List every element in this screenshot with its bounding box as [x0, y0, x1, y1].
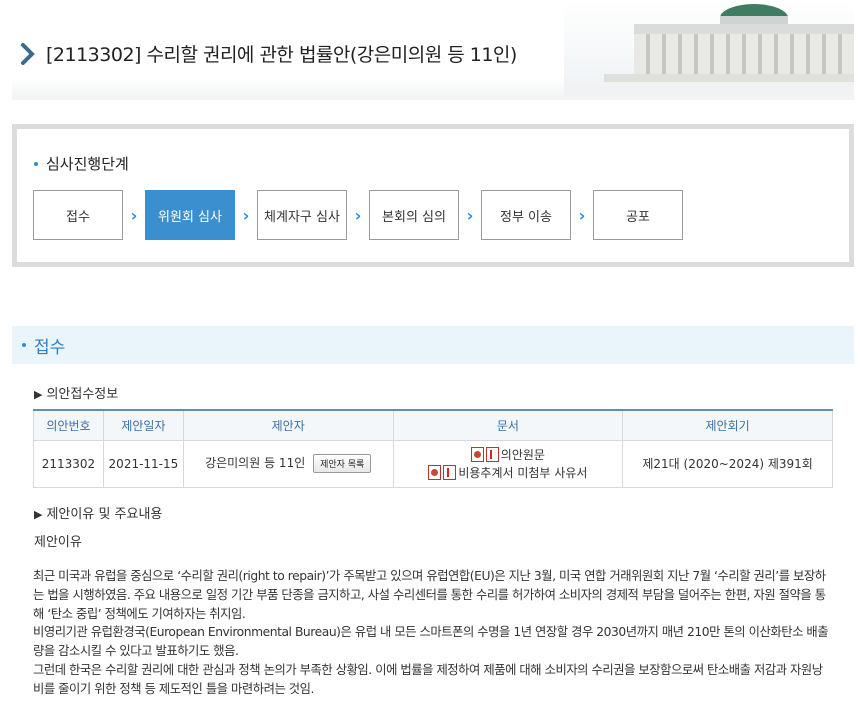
body-paragraph-1: 최근 미국과 유럽을 중심으로 ‘수리할 권리(right to repair)… [33, 569, 826, 621]
receipt-table: 의안번호 제안일자 제안자 문서 제안회기 2113302 2021-11-15… [33, 409, 833, 488]
hwp-file-icon[interactable] [428, 465, 442, 480]
review-stage-panel: 심사진행단계 접수 › 위원회 심사 › 체계자구 심사 › 본회의 심의 › … [12, 124, 854, 267]
step-legal-review[interactable]: 체계자구 심사 [257, 190, 347, 240]
stage-title-text: 심사진행단계 [46, 155, 129, 173]
doc-cost-line: 비용추계서 미첨부 사유서 [394, 464, 623, 482]
documents-cell: 의안원문 비용추계서 미첨부 사유서 [392, 439, 624, 488]
pdf-file-icon[interactable] [485, 447, 499, 462]
session-cell: 제21대 (2020~2024) 제391회 [622, 439, 833, 488]
chevron-right-icon: › [242, 205, 250, 225]
step-transfer-government[interactable]: 정부 이송 [481, 190, 571, 240]
page-title: [2113302] 수리할 권리에 관한 법률안(강은미의원 등 11인) [46, 44, 517, 66]
table-header-row: 의안번호 제안일자 제안자 문서 제안회기 [33, 409, 833, 441]
body-paragraph-3: 그런데 한국은 수리할 권리에 대한 관심과 정책 논의가 부족한 상황임. 이… [33, 662, 823, 696]
chevron-right-icon: › [578, 205, 586, 225]
col-session: 제안회기 [622, 409, 833, 441]
reason-header-label: 제안이유 및 주요내용 [46, 507, 163, 522]
chevron-right-icon: › [466, 205, 474, 225]
chevron-right-icon [21, 42, 35, 65]
date-cell: 2021-11-15 [102, 439, 184, 488]
title-wrap: [2113302] 수리할 권리에 관한 법률안(강은미의원 등 11인) [20, 40, 517, 67]
hwp-file-icon[interactable] [470, 447, 484, 462]
reason-heading: ▶ 제안이유 및 주요내용 [34, 503, 162, 522]
bullet-dot-icon [22, 343, 26, 347]
col-documents: 문서 [392, 409, 624, 441]
reason-body: 최근 미국과 유럽을 중심으로 ‘수리할 권리(right to repair)… [33, 567, 833, 699]
proposer-cell: 강은미의원 등 11인 제안자 목록 [182, 439, 394, 488]
table-row: 2113302 2021-11-15 강은미의원 등 11인 제안자 목록 의안… [33, 439, 833, 488]
triangle-right-icon: ▶ [34, 388, 43, 401]
doc-original-link[interactable]: 의안원문 [501, 446, 545, 464]
receipt-info-heading: ▶ 의안접수정보 [34, 383, 118, 402]
national-assembly-building-image [564, 0, 854, 96]
stage-steps: 접수 › 위원회 심사 › 체계자구 심사 › 본회의 심의 › 정부 이송 ›… [33, 190, 683, 240]
body-paragraph-2: 비영리기관 유럽환경국(European Environmental Burea… [33, 625, 829, 659]
stage-title: 심사진행단계 [34, 153, 129, 174]
section-title: 접수 [34, 337, 66, 358]
bill-no-cell: 2113302 [33, 439, 104, 488]
step-received[interactable]: 접수 [33, 190, 123, 240]
step-plenary[interactable]: 본회의 심의 [369, 190, 459, 240]
step-committee-review[interactable]: 위원회 심사 [145, 190, 235, 240]
section-header: 접수 [12, 326, 854, 364]
proposer-text: 강은미의원 등 11인 [205, 456, 306, 470]
doc-original-line: 의안원문 [394, 446, 623, 464]
proposer-list-button[interactable]: 제안자 목록 [313, 454, 372, 473]
doc-cost-link[interactable]: 비용추계서 미첨부 사유서 [458, 464, 587, 482]
col-date: 제안일자 [102, 409, 184, 441]
col-proposer: 제안자 [182, 409, 394, 441]
receipt-info-label: 의안접수정보 [46, 387, 119, 402]
triangle-right-icon: ▶ [34, 508, 43, 521]
bullet-dot-icon [34, 161, 38, 166]
reason-label: 제안이유 [34, 535, 82, 550]
step-promulgation[interactable]: 공포 [593, 190, 683, 240]
col-bill-no: 의안번호 [33, 409, 104, 441]
chevron-right-icon: › [354, 205, 362, 225]
pdf-file-icon[interactable] [443, 465, 457, 480]
chevron-right-icon: › [130, 205, 138, 225]
page-header: [2113302] 수리할 권리에 관한 법률안(강은미의원 등 11인) [12, 0, 854, 100]
